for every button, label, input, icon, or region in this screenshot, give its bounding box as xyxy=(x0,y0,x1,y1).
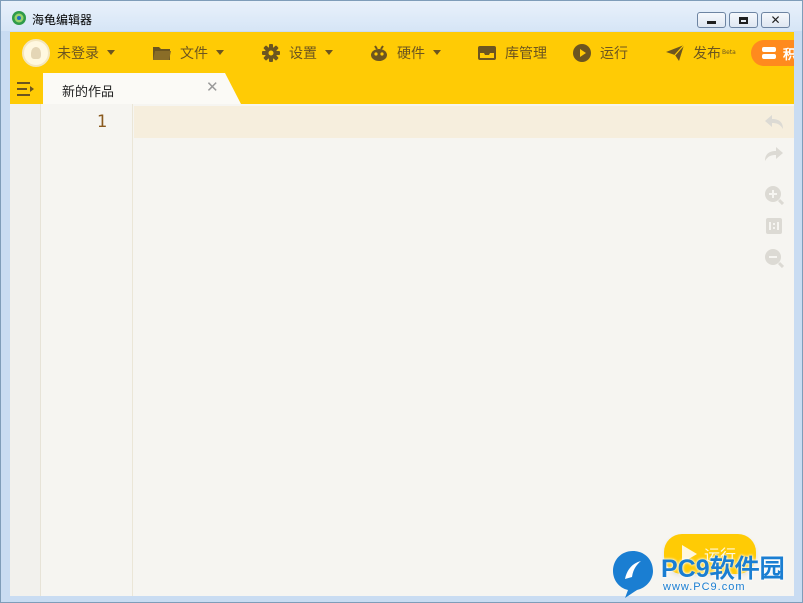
chevron-down-icon xyxy=(107,50,115,55)
menu-toggle-icon[interactable] xyxy=(17,81,35,97)
title-bar: 海龟编辑器 ✕ xyxy=(1,1,802,31)
chevron-down-icon xyxy=(325,50,333,55)
redo-button[interactable] xyxy=(764,144,784,164)
watermark-url: www.PC9.com xyxy=(663,581,746,593)
publish-menu-label: 发布 xyxy=(693,45,721,62)
paper-plane-icon xyxy=(666,44,685,61)
tab-label: 新的作品 xyxy=(62,85,115,100)
inbox-icon xyxy=(478,45,496,60)
settings-menu[interactable]: 设置 xyxy=(261,32,333,73)
avatar xyxy=(22,38,50,67)
app-logo-icon xyxy=(12,11,26,25)
chevron-down-icon xyxy=(216,50,224,55)
watermark-logo-icon xyxy=(613,551,653,598)
left-sidebar-strip xyxy=(10,104,41,596)
watermark-text: PC9软件园 xyxy=(661,555,785,583)
maximize-icon xyxy=(739,16,748,24)
zoom-out-button[interactable] xyxy=(764,248,784,268)
zoom-reset-icon xyxy=(766,218,782,234)
library-manager-label: 库管理 xyxy=(505,45,547,62)
folder-icon xyxy=(153,46,171,60)
publish-menu-button[interactable]: 发布 Beta xyxy=(665,32,736,73)
extra-menu-label: 积 xyxy=(783,47,794,63)
minimize-button[interactable] xyxy=(697,12,726,28)
watermark: PC9软件园 www.PC9.com xyxy=(611,549,801,601)
undo-icon xyxy=(765,115,783,129)
active-line-highlight xyxy=(134,106,794,138)
run-menu-button[interactable]: 运行 xyxy=(572,32,628,73)
layers-icon xyxy=(762,47,776,59)
tab-new-work[interactable]: 新的作品 ✕ xyxy=(43,73,241,104)
close-window-button[interactable]: ✕ xyxy=(761,12,790,28)
robot-icon xyxy=(371,44,387,61)
settings-menu-label: 设置 xyxy=(289,45,317,62)
play-circle-icon xyxy=(573,43,591,62)
file-menu-label: 文件 xyxy=(180,45,208,62)
line-number-gutter: 1 xyxy=(41,104,133,596)
line-number: 1 xyxy=(96,112,107,132)
user-menu[interactable]: 未登录 xyxy=(22,32,115,73)
zoom-in-button[interactable] xyxy=(764,185,784,205)
extra-menu-button[interactable]: 积 xyxy=(751,40,794,66)
zoom-out-icon xyxy=(765,249,784,268)
library-manager-button[interactable]: 库管理 xyxy=(477,32,547,73)
zoom-reset-button[interactable] xyxy=(764,216,784,236)
hardware-menu-label: 硬件 xyxy=(397,45,425,62)
close-tab-icon[interactable]: ✕ xyxy=(206,78,219,96)
app-window: 海龟编辑器 ✕ 未登录 文件 设置 硬件 库管理 运行 发布 Beta 积 新的… xyxy=(0,0,803,603)
undo-button[interactable] xyxy=(764,112,784,132)
close-icon: ✕ xyxy=(770,13,781,27)
code-editor[interactable] xyxy=(134,104,794,596)
main-toolbar: 未登录 文件 设置 硬件 库管理 运行 发布 Beta 积 xyxy=(10,32,794,73)
file-menu[interactable]: 文件 xyxy=(152,32,224,73)
zoom-in-icon xyxy=(765,186,784,205)
hardware-menu[interactable]: 硬件 xyxy=(369,32,441,73)
beta-badge: Beta xyxy=(722,49,736,56)
window-title: 海龟编辑器 xyxy=(32,13,93,27)
app-client-area: 未登录 文件 设置 硬件 库管理 运行 发布 Beta 积 新的作品 ✕ 1 运… xyxy=(10,32,794,596)
gear-icon xyxy=(262,43,280,62)
redo-icon xyxy=(765,147,783,161)
maximize-button[interactable] xyxy=(729,12,758,28)
tab-bar: 新的作品 ✕ xyxy=(10,73,794,104)
chevron-down-icon xyxy=(433,50,441,55)
user-menu-label: 未登录 xyxy=(57,45,99,62)
minimize-icon xyxy=(707,20,716,24)
run-menu-label: 运行 xyxy=(600,45,628,62)
